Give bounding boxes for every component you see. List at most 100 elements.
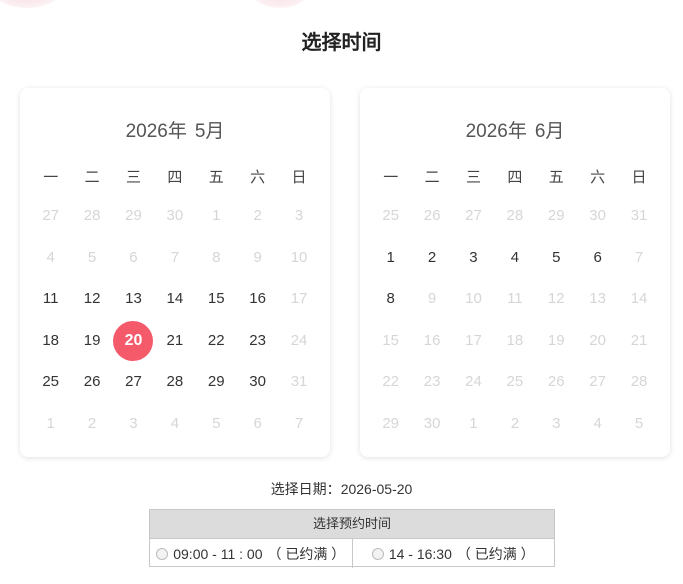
day-cell[interactable]: 21 <box>154 320 195 362</box>
day-cell[interactable]: 12 <box>71 278 112 320</box>
day-cell: 4 <box>154 403 195 445</box>
weekday-label: 一 <box>43 169 59 186</box>
day-cell: 24 <box>453 361 494 403</box>
day-cell[interactable]: 13 <box>113 278 154 320</box>
day-cell: 12 <box>536 278 577 320</box>
time-slot-table: 选择预约时间 09:00 - 11 : 00 （ 已约满 ） 14 - 16:3… <box>149 509 555 568</box>
day-number: 4 <box>510 248 520 266</box>
day-number: 27 <box>125 373 142 390</box>
day-cell: 4 <box>577 403 618 445</box>
day-number: 28 <box>166 373 184 390</box>
day-number: 6 <box>253 414 262 432</box>
day-number: 9 <box>253 248 262 266</box>
time-slot-status: （ 已约满 ） <box>267 545 346 562</box>
day-number: 23 <box>249 331 266 349</box>
day-number: 21 <box>166 331 184 349</box>
day-cell: 19 <box>536 320 577 362</box>
day-cell[interactable]: 28 <box>154 361 195 403</box>
day-number: 20 <box>589 331 606 349</box>
day-cell[interactable]: 18 <box>30 320 71 362</box>
time-slot-option[interactable]: 14 - 16:30 （ 已约满 ） <box>351 539 555 568</box>
day-cell[interactable]: 2 <box>411 237 452 279</box>
decorative-blob <box>0 0 62 8</box>
day-number: 28 <box>506 207 524 224</box>
day-cell[interactable]: 23 <box>237 320 278 362</box>
day-number: 26 <box>83 373 101 390</box>
day-number: 2 <box>510 414 520 432</box>
day-cell: 28 <box>618 361 659 403</box>
day-cell: 7 <box>278 403 319 445</box>
day-number: 13 <box>125 290 142 307</box>
day-cell[interactable]: 11 <box>30 278 71 320</box>
day-cell[interactable]: 29 <box>196 361 237 403</box>
day-cell[interactable]: 25 <box>30 361 71 403</box>
day-number: 28 <box>630 373 648 390</box>
day-cell[interactable]: 4 <box>494 237 535 279</box>
day-cell[interactable]: 16 <box>237 278 278 320</box>
day-cell[interactable]: 6 <box>577 237 618 279</box>
day-cell: 21 <box>618 320 659 362</box>
day-cell[interactable]: 1 <box>370 237 411 279</box>
day-number: 17 <box>290 290 308 307</box>
day-cell[interactable]: 3 <box>453 237 494 279</box>
day-cell: 26 <box>411 195 452 237</box>
calendar-header: 2026年 5月 <box>20 116 330 143</box>
day-number: 1 <box>386 248 395 266</box>
day-number: 7 <box>294 414 304 432</box>
day-cell: 25 <box>494 361 535 403</box>
day-cell[interactable]: 22 <box>196 320 237 362</box>
day-cell[interactable]: 14 <box>154 278 195 320</box>
day-number: 3 <box>294 207 304 224</box>
day-cell[interactable]: 15 <box>196 278 237 320</box>
calendar-month: 5月 <box>194 121 225 142</box>
day-cell: 2 <box>71 403 112 445</box>
day-cell[interactable]: 8 <box>370 278 411 320</box>
day-number: 12 <box>83 290 101 307</box>
day-cell[interactable]: 30 <box>237 361 278 403</box>
time-slot-status: （ 已约满 ） <box>456 545 535 562</box>
day-number: 25 <box>506 373 524 390</box>
day-number: 12 <box>547 290 565 307</box>
day-number: 6 <box>129 248 138 266</box>
day-number: 17 <box>465 331 482 349</box>
day-number: 29 <box>207 373 225 390</box>
day-number: 13 <box>589 290 606 307</box>
radio-icon[interactable] <box>371 547 384 560</box>
day-cell-selected[interactable]: 20 <box>113 320 154 362</box>
day-number: 26 <box>547 373 565 390</box>
day-cell: 5 <box>71 237 112 279</box>
day-number: 30 <box>249 373 266 390</box>
day-number: 30 <box>166 207 184 224</box>
weekday-label: 六 <box>250 169 266 186</box>
radio-icon[interactable] <box>156 547 169 560</box>
day-cell: 6 <box>113 237 154 279</box>
day-cell[interactable]: 5 <box>536 237 577 279</box>
day-number: 19 <box>547 331 565 349</box>
day-cell: 14 <box>618 278 659 320</box>
day-cell: 30 <box>411 403 452 445</box>
day-cell: 27 <box>30 195 71 237</box>
day-number: 1 <box>469 414 478 432</box>
day-number: 19 <box>83 331 101 349</box>
day-cell: 9 <box>237 237 278 279</box>
day-number: 5 <box>634 414 644 432</box>
time-slot-option[interactable]: 09:00 - 11 : 00 （ 已约满 ） <box>150 539 352 568</box>
day-number: 4 <box>170 414 180 432</box>
day-cell: 25 <box>370 195 411 237</box>
day-number: 29 <box>547 207 565 224</box>
day-cell: 10 <box>453 278 494 320</box>
selected-date: 选择日期：2026-05-20 <box>0 479 683 499</box>
day-cell[interactable]: 19 <box>71 320 112 362</box>
day-cell[interactable]: 26 <box>71 361 112 403</box>
day-cell: 3 <box>278 195 319 237</box>
day-number: 7 <box>634 248 644 266</box>
day-number: 25 <box>382 207 400 224</box>
calendar-month: 6月 <box>534 121 565 142</box>
day-number: 16 <box>423 331 441 349</box>
day-number: 5 <box>552 248 561 266</box>
day-cell[interactable]: 27 <box>113 361 154 403</box>
day-number: 11 <box>507 290 523 307</box>
day-number: 11 <box>42 290 59 307</box>
decorative-blob <box>250 0 310 8</box>
day-cell: 24 <box>278 320 319 362</box>
